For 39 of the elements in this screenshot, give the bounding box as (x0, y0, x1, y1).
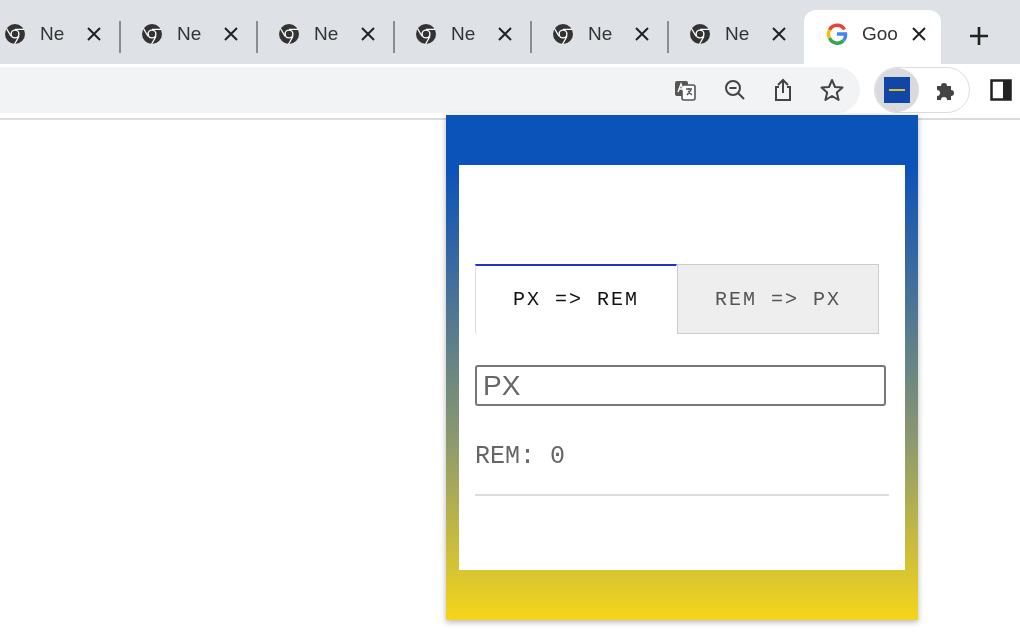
browser-tab[interactable]: Ne (0, 10, 119, 64)
browser-logo-icon (4, 23, 26, 45)
browser-logo-icon (141, 23, 163, 45)
close-icon[interactable] (635, 27, 649, 41)
browser-tab[interactable]: Ne (530, 10, 667, 64)
tab-title: Ne (314, 23, 340, 45)
translate-icon[interactable] (673, 78, 697, 102)
zoom-out-icon[interactable] (724, 79, 746, 101)
share-icon[interactable] (773, 78, 793, 102)
bookmark-star-icon[interactable] (820, 78, 844, 102)
close-icon[interactable] (87, 27, 101, 41)
tab-title: Ne (725, 23, 751, 45)
browser-logo-icon (552, 23, 574, 45)
tab-title: Ne (451, 23, 477, 45)
px-input-field[interactable]: PX (475, 365, 886, 406)
browser-logo-icon (415, 23, 437, 45)
extension-icon (884, 77, 910, 103)
browser-tab[interactable]: Ne (393, 10, 530, 64)
plus-icon (969, 26, 989, 46)
close-icon[interactable] (224, 27, 238, 41)
google-logo-icon (826, 23, 848, 45)
mode-tab[interactable]: REM => PX (677, 264, 879, 334)
tab-title: Goo (862, 23, 898, 45)
tab-title: Ne (588, 23, 614, 45)
rem-result: REM: 0 (475, 442, 566, 471)
browser-tab[interactable]: Ne (119, 10, 256, 64)
browser-tab[interactable]: Ne (256, 10, 393, 64)
browser-logo-icon (689, 23, 711, 45)
close-icon[interactable] (361, 27, 375, 41)
close-icon[interactable] (772, 27, 786, 41)
close-icon[interactable] (498, 27, 512, 41)
mode-tab[interactable]: PX => REM (475, 264, 677, 334)
side-panel-icon[interactable] (990, 79, 1012, 101)
tab-title: Ne (40, 23, 66, 45)
tab-title: Ne (177, 23, 203, 45)
close-icon[interactable] (911, 27, 926, 41)
extension-button[interactable] (875, 68, 919, 112)
browser-logo-icon (278, 23, 300, 45)
browser-tab[interactable]: Goo (804, 10, 941, 64)
